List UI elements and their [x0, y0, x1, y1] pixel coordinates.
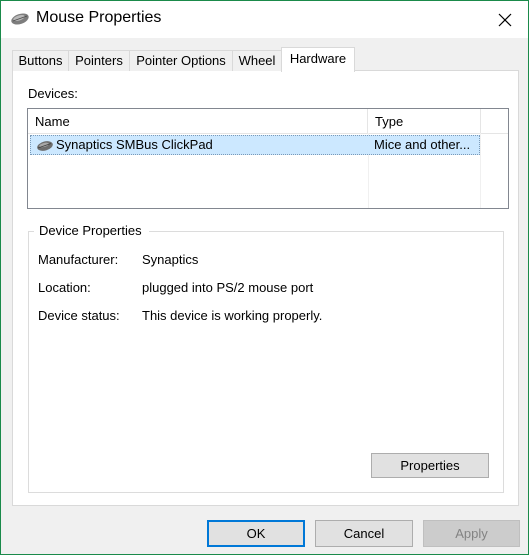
- device-type: Mice and other...: [374, 137, 471, 152]
- tab-pointers[interactable]: Pointers: [68, 50, 130, 71]
- close-button[interactable]: [482, 1, 528, 38]
- mouse-icon: [37, 141, 53, 151]
- column-header-name[interactable]: Name: [28, 109, 368, 133]
- manufacturer-value: Synaptics: [142, 252, 199, 267]
- groupbox-border: [28, 231, 34, 232]
- device-status-value: This device is working properly.: [142, 308, 323, 323]
- device-status-label: Device status:: [38, 308, 120, 323]
- window-title: Mouse Properties: [36, 9, 162, 26]
- location-label: Location:: [38, 280, 91, 295]
- devices-list[interactable]: Name Type Synaptics SMBus ClickPad Mice …: [27, 108, 509, 209]
- close-icon: [498, 13, 512, 26]
- tab-wheel[interactable]: Wheel: [232, 50, 282, 71]
- properties-button[interactable]: Properties: [371, 453, 489, 478]
- devices-list-header: Name Type: [28, 109, 508, 134]
- column-header-type[interactable]: Type: [368, 109, 481, 133]
- mouse-properties-window: Mouse Properties Buttons Pointers Pointe…: [0, 0, 529, 555]
- tab-pointer-options[interactable]: Pointer Options: [129, 50, 233, 71]
- device-properties-title: Device Properties: [37, 223, 144, 238]
- groupbox-border: [149, 231, 504, 232]
- devices-label: Devices:: [28, 86, 78, 101]
- cancel-button[interactable]: Cancel: [315, 520, 413, 547]
- location-value: plugged into PS/2 mouse port: [142, 280, 314, 295]
- tab-buttons[interactable]: Buttons: [12, 50, 69, 71]
- title-bar[interactable]: Mouse Properties: [1, 1, 528, 38]
- mouse-icon: [11, 13, 29, 25]
- ok-button[interactable]: OK: [207, 520, 305, 547]
- tab-hardware[interactable]: Hardware: [281, 47, 355, 72]
- apply-button[interactable]: Apply: [423, 520, 520, 547]
- manufacturer-label: Manufacturer:: [38, 252, 119, 267]
- device-row-synaptics[interactable]: Synaptics SMBus ClickPad Mice and other.…: [30, 135, 480, 155]
- device-name: Synaptics SMBus ClickPad: [56, 137, 213, 152]
